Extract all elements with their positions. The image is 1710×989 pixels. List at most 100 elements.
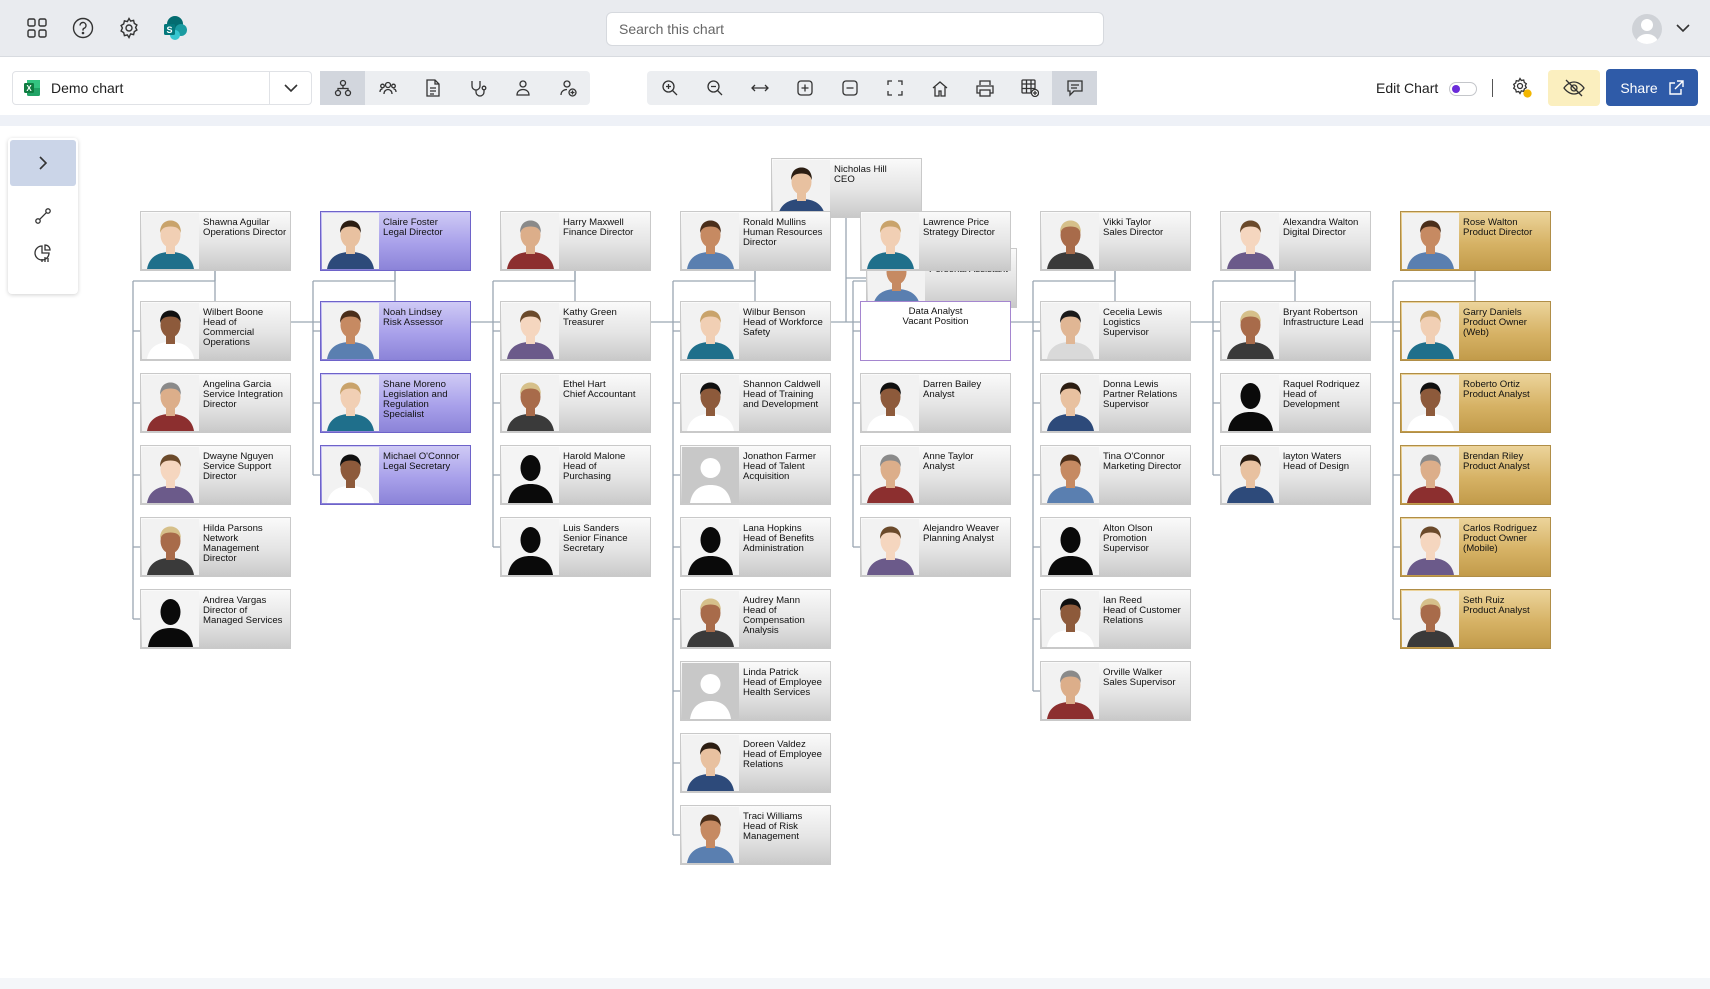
employee-card[interactable]: Traci Williams Head of Risk Management — [680, 805, 831, 865]
employee-photo — [322, 375, 379, 431]
employee-card[interactable]: Ian Reed Head of Customer Relations — [1040, 589, 1191, 649]
employee-card[interactable]: Wilbur Benson Head of Workforce Safety — [680, 301, 831, 361]
home-icon[interactable] — [917, 71, 962, 105]
employee-photo — [1402, 213, 1459, 269]
chevron-down-icon[interactable] — [1670, 15, 1696, 41]
employee-title: Service Support Director — [203, 461, 272, 482]
employee-card[interactable]: Ethel Hart Chief Accountant — [500, 373, 651, 433]
connections-icon[interactable] — [32, 205, 54, 227]
vacant-position-card[interactable]: Data Analyst Vacant Position — [860, 301, 1011, 361]
employee-details: Claire Foster Legal Director — [383, 218, 467, 238]
employee-title: Legislation and Regulation Specialist — [383, 389, 448, 420]
employee-title: Product Owner (Mobile) — [1463, 533, 1527, 554]
department-head-card[interactable]: Claire Foster Legal Director — [320, 211, 471, 271]
comments-icon[interactable] — [1052, 71, 1097, 105]
employee-card[interactable]: Audrey Mann Head of Compensation Analysis — [680, 589, 831, 649]
add-person-view-icon[interactable] — [545, 71, 590, 105]
chart-selector[interactable]: X Demo chart — [12, 71, 312, 105]
people-view-icon[interactable] — [500, 71, 545, 105]
chart-settings-icon[interactable] — [1509, 75, 1535, 101]
employee-card[interactable]: Carlos Rodriguez Product Owner (Mobile) — [1400, 517, 1551, 577]
employee-card[interactable]: Donna Lewis Partner Relations Supervisor — [1040, 373, 1191, 433]
employee-card[interactable]: Hilda Parsons Network Management Director — [140, 517, 291, 577]
employee-card[interactable]: Dwayne Nguyen Service Support Director — [140, 445, 291, 505]
help-icon[interactable] — [70, 15, 96, 41]
search-box[interactable] — [606, 12, 1104, 46]
employee-card[interactable]: Andrea Vargas Director of Managed Service… — [140, 589, 291, 649]
collapse-all-icon[interactable] — [827, 71, 872, 105]
analytics-icon[interactable] — [32, 243, 54, 265]
employee-card[interactable]: Seth Ruiz Product Analyst — [1400, 589, 1551, 649]
employee-card[interactable]: Tina O'Connor Marketing Director — [1040, 445, 1191, 505]
print-icon[interactable] — [962, 71, 1007, 105]
zoom-out-icon[interactable] — [692, 71, 737, 105]
department-head-card[interactable]: Shawna Aguilar Operations Director — [140, 211, 291, 271]
settings-gear-icon[interactable] — [116, 15, 142, 41]
employee-card[interactable]: Garry Daniels Product Owner (Web) — [1400, 301, 1551, 361]
sharepoint-icon[interactable]: S — [162, 15, 188, 41]
user-avatar-icon[interactable] — [1632, 14, 1662, 44]
employee-card[interactable]: Shannon Caldwell Head of Training and Dev… — [680, 373, 831, 433]
department-head-card[interactable]: Alexandra Walton Digital Director — [1220, 211, 1371, 271]
employee-details: Shane Moreno Legislation and Regulation S… — [383, 380, 467, 420]
search-input[interactable] — [619, 21, 1091, 37]
employee-card[interactable]: Bryant Robertson Infrastructure Lead — [1220, 301, 1371, 361]
employee-card[interactable]: Shane Moreno Legislation and Regulation S… — [320, 373, 471, 433]
employee-card[interactable]: Alejandro Weaver Planning Analyst — [860, 517, 1011, 577]
employee-card[interactable]: Linda Patrick Head of Employee Health Ser… — [680, 661, 831, 721]
employee-card[interactable]: Michael O'Connor Legal Secretary — [320, 445, 471, 505]
employee-card[interactable]: Wilbert Boone Head of Commercial Operatio… — [140, 301, 291, 361]
employee-card[interactable]: Jonathon Farmer Head of Talent Acquisitio… — [680, 445, 831, 505]
expand-all-icon[interactable] — [782, 71, 827, 105]
org-chart-view-icon[interactable] — [320, 71, 365, 105]
employee-card[interactable]: Darren Bailey Analyst — [860, 373, 1011, 433]
employee-photo — [773, 160, 830, 216]
employee-card[interactable]: Kathy Green Treasurer — [500, 301, 651, 361]
document-view-icon[interactable] — [410, 71, 455, 105]
employee-title: Head of Training and Development — [743, 389, 819, 410]
edit-chart-toggle[interactable] — [1449, 82, 1477, 96]
ceo-card[interactable]: Nicholas Hill CEO — [771, 158, 922, 218]
expand-panel-button[interactable] — [10, 140, 76, 186]
employee-card[interactable]: Roberto Ortiz Product Analyst — [1400, 373, 1551, 433]
employee-card[interactable]: Lana Hopkins Head of Benefits Administrat… — [680, 517, 831, 577]
department-head-card[interactable]: Harry Maxwell Finance Director — [500, 211, 651, 271]
department-head-card[interactable]: Rose Walton Product Director — [1400, 211, 1551, 271]
employee-card[interactable]: layton Waters Head of Design — [1220, 445, 1371, 505]
employee-details: Luis Sanders Senior Finance Secretary — [563, 524, 647, 554]
employee-details: Shawna Aguilar Operations Director — [203, 218, 287, 238]
employee-card[interactable]: Brendan Riley Product Analyst — [1400, 445, 1551, 505]
employee-card[interactable]: Noah Lindsey Risk Assessor — [320, 301, 471, 361]
employee-card[interactable]: Orville Walker Sales Supervisor — [1040, 661, 1191, 721]
chevron-down-icon[interactable] — [269, 72, 311, 104]
employee-card[interactable]: Angelina Garcia Service Integration Direc… — [140, 373, 291, 433]
hide-toggle-button[interactable] — [1548, 70, 1600, 106]
fullscreen-icon[interactable] — [872, 71, 917, 105]
employee-card[interactable]: Anne Taylor Analyst — [860, 445, 1011, 505]
employee-details: Ethel Hart Chief Accountant — [563, 380, 647, 400]
department-head-card[interactable]: Ronald Mullins Human Resources Director — [680, 211, 831, 271]
employee-photo — [682, 375, 739, 431]
employee-card[interactable]: Harold Malone Head of Purchasing — [500, 445, 651, 505]
employee-card[interactable]: Alton Olson Promotion Supervisor — [1040, 517, 1191, 577]
share-button[interactable]: Share — [1606, 69, 1698, 106]
employee-title: Product Director — [1463, 227, 1533, 238]
employee-card[interactable]: Luis Sanders Senior Finance Secretary — [500, 517, 651, 577]
zoom-in-icon[interactable] — [647, 71, 692, 105]
fit-width-icon[interactable] — [737, 71, 782, 105]
apps-grid-icon[interactable] — [24, 15, 50, 41]
employee-title: Head of Employee Health Services — [743, 677, 822, 698]
department-head-card[interactable]: Vikki Taylor Sales Director — [1040, 211, 1191, 271]
employee-title: Legal Secretary — [383, 461, 451, 472]
employee-details: Orville Walker Sales Supervisor — [1103, 668, 1187, 688]
employee-photo — [1042, 303, 1099, 359]
department-head-card[interactable]: Lawrence Price Strategy Director — [860, 211, 1011, 271]
employee-card[interactable]: Cecelia Lewis Logistics Supervisor — [1040, 301, 1191, 361]
employee-card[interactable]: Doreen Valdez Head of Employee Relations — [680, 733, 831, 793]
employee-card[interactable]: Raquel Rodriquez Head of Development — [1220, 373, 1371, 433]
team-view-icon[interactable] — [365, 71, 410, 105]
roles-view-icon[interactable] — [455, 71, 500, 105]
employee-photo — [1222, 213, 1279, 269]
employee-photo — [1042, 447, 1099, 503]
export-table-icon[interactable] — [1007, 71, 1052, 105]
